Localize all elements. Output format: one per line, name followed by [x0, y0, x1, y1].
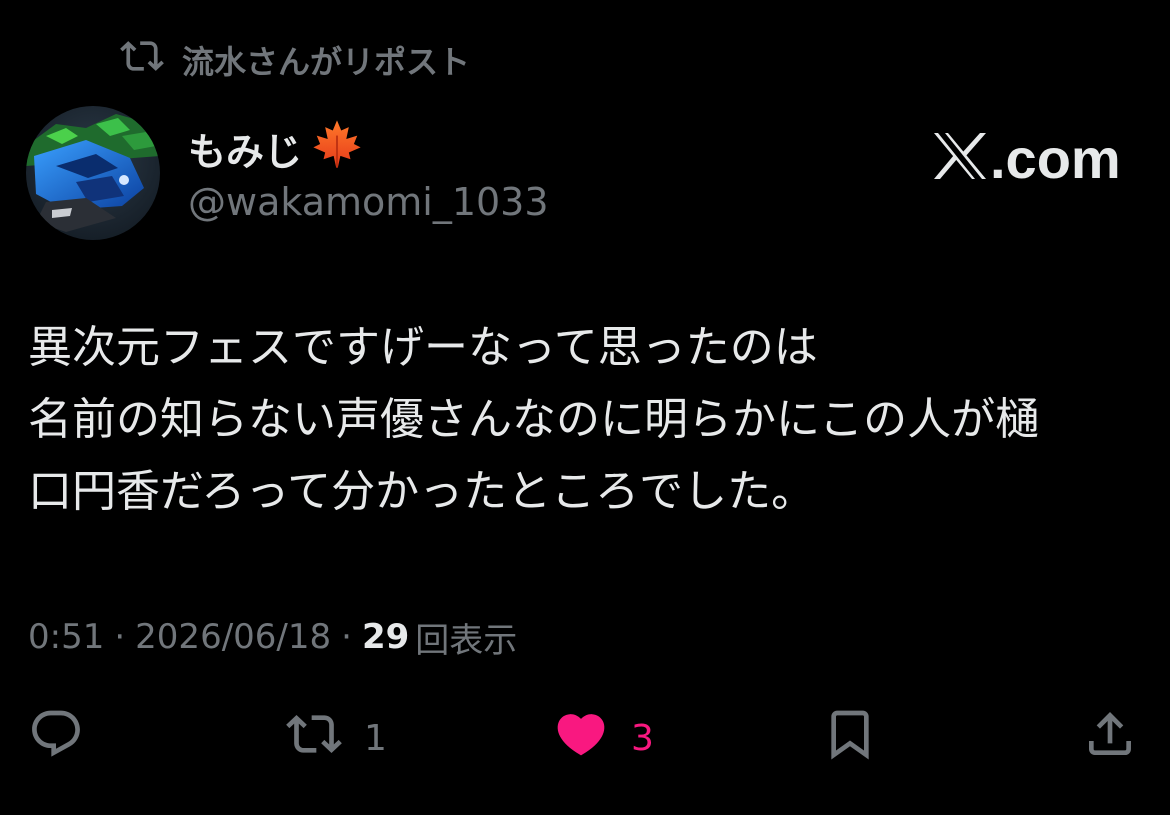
share-button[interactable] [1082, 700, 1138, 776]
heart-icon [553, 706, 609, 771]
repost-icon [120, 34, 164, 86]
author-name-row[interactable]: もみじ [188, 119, 364, 176]
post-line: 口円香だろって分かったところでした。 [28, 466, 816, 517]
retweet-count: 1 [364, 717, 387, 759]
maple-leaf-icon [310, 117, 364, 180]
reply-button[interactable] [28, 700, 84, 776]
brand-domain-text: .com [990, 126, 1121, 190]
share-icon [1082, 706, 1138, 771]
author-handle[interactable]: @wakamomi_1033 [188, 176, 549, 228]
meta-separator: · [341, 617, 352, 657]
views-label: 回表示 [415, 620, 518, 661]
retweet-icon [286, 706, 342, 771]
post-meta: 0:51 · 2026/06/18 · 29 回表示 [28, 612, 517, 662]
repost-text[interactable]: 流水さんがリポスト [182, 37, 470, 83]
author-name[interactable]: もみじ [188, 121, 302, 176]
post-date[interactable]: 2026/06/18 [135, 617, 331, 657]
post-line: 名前の知らない声優さんなのに明らかにこの人が樋 [28, 394, 1040, 445]
retweet-button[interactable]: 1 [286, 700, 387, 776]
like-count: 3 [631, 717, 654, 759]
action-bar: 1 3 [0, 700, 1170, 776]
post-time[interactable]: 0:51 [28, 617, 104, 657]
post-body: 異次元フェスですげーなって思ったのは 名前の知らない声優さんなのに明らかにこの人… [28, 312, 1143, 528]
reply-icon [28, 706, 84, 771]
x-logo-icon [932, 131, 988, 185]
views-count[interactable]: 29 [362, 617, 409, 657]
bookmark-icon [822, 706, 878, 771]
like-button[interactable]: 3 [553, 700, 654, 776]
bookmark-button[interactable] [822, 700, 878, 776]
repost-indicator: 流水さんがリポスト [120, 36, 470, 84]
avatar[interactable] [26, 106, 160, 240]
post-line: 異次元フェスですげーなって思ったのは [28, 322, 818, 373]
meta-separator: · [114, 617, 126, 657]
x-com-watermark: .com [932, 126, 1121, 190]
